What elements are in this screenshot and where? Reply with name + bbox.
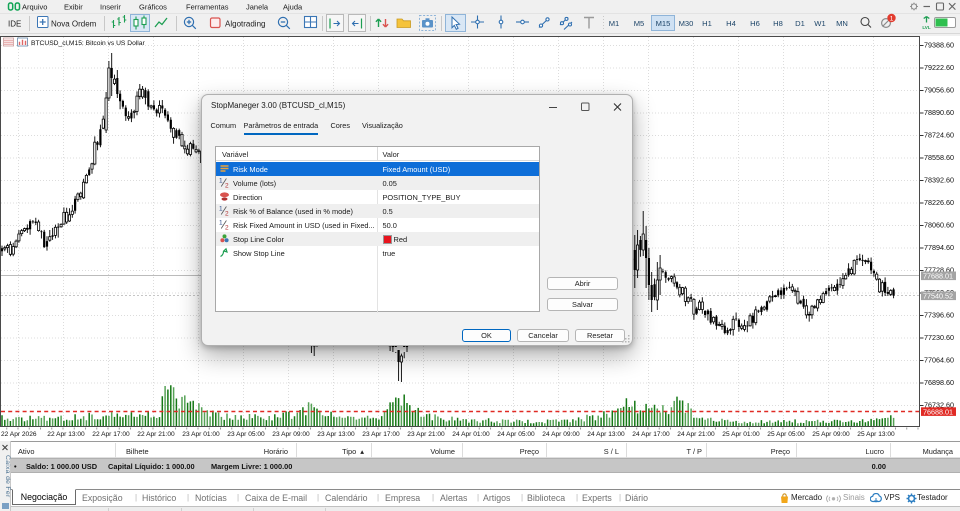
svg-text:25 Apr 09:00: 25 Apr 09:00 [812, 431, 850, 438]
svg-text:22 Apr 2026: 22 Apr 2026 [1, 431, 37, 438]
svg-text:77396.60: 77396.60 [924, 311, 954, 320]
svg-text:23 Apr 13:00: 23 Apr 13:00 [317, 431, 355, 438]
svg-text:2: 2 [225, 225, 229, 231]
svg-text:76688.01: 76688.01 [923, 407, 953, 416]
svg-text:24 Apr 17:00: 24 Apr 17:00 [632, 431, 670, 438]
svg-text:1: 1 [219, 220, 223, 227]
svg-text:79222.60: 79222.60 [924, 63, 954, 72]
svg-text:23 Apr 21:00: 23 Apr 21:00 [407, 431, 445, 438]
svg-text:H1: H1 [702, 19, 712, 28]
svg-text:2: 2 [225, 211, 229, 217]
svg-text:Ferramentas: Ferramentas [186, 3, 229, 12]
svg-text:Exibir: Exibir [64, 3, 83, 12]
svg-text:Arquivo: Arquivo [22, 3, 47, 12]
svg-text:25 Apr 05:00: 25 Apr 05:00 [767, 431, 805, 438]
svg-text:78226.60: 78226.60 [924, 198, 954, 207]
svg-text:24 Apr 21:00: 24 Apr 21:00 [677, 431, 715, 438]
svg-text:23 Apr 01:00: 23 Apr 01:00 [182, 431, 220, 438]
svg-text:77064.60: 77064.60 [924, 356, 954, 365]
svg-text:Inserir: Inserir [100, 3, 121, 12]
svg-text:23 Apr 17:00: 23 Apr 17:00 [362, 431, 400, 438]
svg-text:M15: M15 [656, 19, 671, 28]
svg-text:25 Apr 01:00: 25 Apr 01:00 [722, 431, 760, 438]
svg-text:77894.60: 77894.60 [924, 243, 954, 252]
svg-text:22 Apr 13:00: 22 Apr 13:00 [47, 431, 85, 438]
svg-text:Gráficos: Gráficos [139, 3, 167, 12]
svg-text:Ajuda: Ajuda [283, 3, 303, 12]
svg-text:Nova Ordem: Nova Ordem [51, 20, 97, 29]
svg-text:IDE: IDE [8, 20, 21, 29]
svg-text:23 Apr 09:00: 23 Apr 09:00 [272, 431, 310, 438]
svg-text:78890.60: 78890.60 [924, 108, 954, 117]
svg-text:1: 1 [219, 178, 223, 185]
svg-text:MN: MN [836, 19, 848, 28]
svg-text:2: 2 [225, 183, 229, 189]
svg-text:79056.60: 79056.60 [924, 86, 954, 95]
svg-text:1: 1 [219, 206, 223, 213]
svg-text:24 Apr 09:00: 24 Apr 09:00 [542, 431, 580, 438]
svg-text:78724.60: 78724.60 [924, 131, 954, 140]
svg-text:H4: H4 [726, 19, 736, 28]
svg-text:1: 1 [890, 15, 894, 22]
svg-text:24 Apr 01:00: 24 Apr 01:00 [452, 431, 490, 438]
svg-text:25 Apr 13:00: 25 Apr 13:00 [857, 431, 895, 438]
svg-text:78392.60: 78392.60 [924, 176, 954, 185]
svg-text:77688.01: 77688.01 [923, 272, 953, 281]
svg-text:24 Apr 05:00: 24 Apr 05:00 [497, 431, 535, 438]
svg-text:D1: D1 [795, 19, 805, 28]
svg-text:Algotrading: Algotrading [225, 20, 265, 29]
svg-text:M5: M5 [634, 19, 645, 28]
svg-text:77540.52: 77540.52 [923, 292, 953, 301]
svg-text:M1: M1 [609, 19, 620, 28]
svg-text:Janela: Janela [246, 3, 269, 12]
svg-text:LVL: LVL [922, 25, 931, 30]
svg-text:24 Apr 13:00: 24 Apr 13:00 [587, 431, 625, 438]
svg-text:78060.60: 78060.60 [924, 221, 954, 230]
svg-text:BTCUSD_cl,M15: Bitcoin vs US D: BTCUSD_cl,M15: Bitcoin vs US Dollar [31, 40, 145, 47]
svg-text:79388.60: 79388.60 [924, 41, 954, 50]
svg-text:77230.60: 77230.60 [924, 333, 954, 342]
svg-text:76898.60: 76898.60 [924, 378, 954, 387]
svg-text:H6: H6 [750, 19, 760, 28]
svg-text:22 Apr 17:00: 22 Apr 17:00 [92, 431, 130, 438]
svg-text:78558.60: 78558.60 [924, 153, 954, 162]
svg-text:M30: M30 [679, 19, 694, 28]
svg-text:22 Apr 21:00: 22 Apr 21:00 [137, 431, 175, 438]
svg-text:W1: W1 [814, 19, 825, 28]
svg-text:23 Apr 05:00: 23 Apr 05:00 [227, 431, 265, 438]
svg-text:H8: H8 [773, 19, 783, 28]
